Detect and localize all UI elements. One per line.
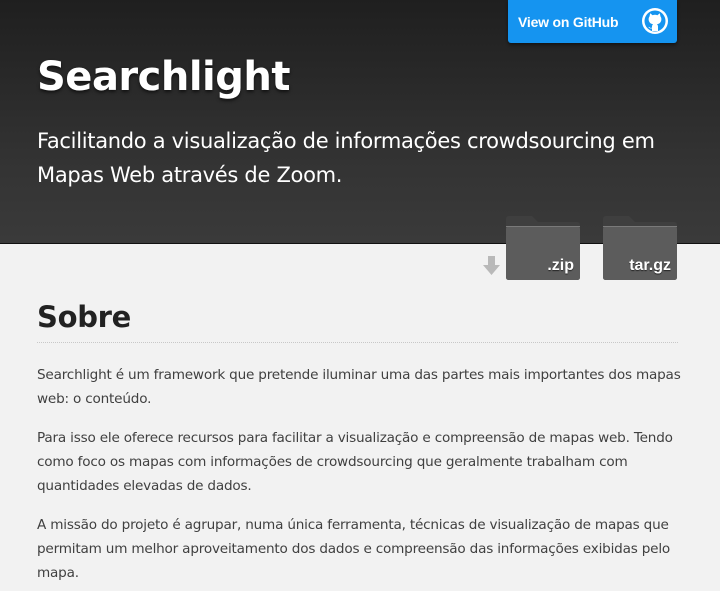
download-arrow-icon <box>483 256 500 275</box>
github-octocat-icon <box>642 8 668 34</box>
zip-label: .zip <box>547 257 574 274</box>
download-tar-button[interactable]: tar.gz <box>601 215 679 281</box>
download-zip-button[interactable]: .zip <box>504 215 582 281</box>
paragraph: Para isso ele oferece recursos para faci… <box>37 430 673 494</box>
section-divider <box>37 342 678 343</box>
section-title: Sobre <box>37 300 132 334</box>
paragraph: A missão do projeto é agrupar, numa únic… <box>37 517 671 581</box>
page-header: View on GitHub Searchlight Facilitando a… <box>0 0 720 244</box>
site-title: Searchlight <box>37 54 291 100</box>
tar-gz-label: tar.gz <box>629 257 671 274</box>
view-on-github-label: View on GitHub <box>518 13 619 30</box>
site-tagline: Facilitando a visualização de informaçõe… <box>37 129 655 187</box>
paragraph: Searchlight é um framework que pretende … <box>37 367 681 407</box>
view-on-github-button[interactable]: View on GitHub <box>508 0 677 43</box>
